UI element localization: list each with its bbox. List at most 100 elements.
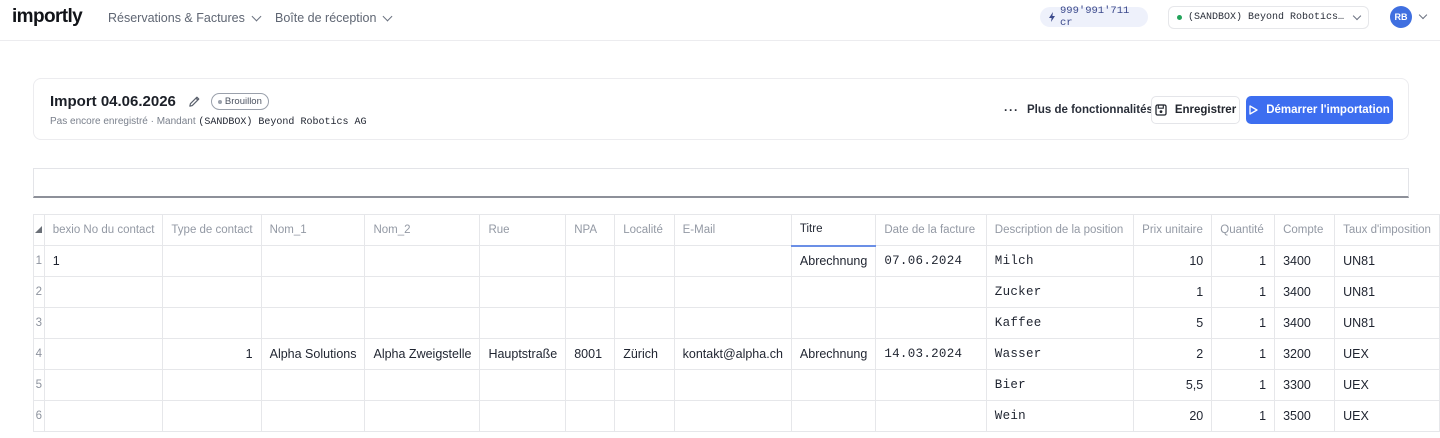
nav-boite-de-reception[interactable]: Boîte de réception bbox=[275, 11, 393, 25]
more-features-button[interactable]: ··· Plus de fonctionnalités bbox=[1004, 98, 1153, 122]
grid-cell[interactable] bbox=[260, 245, 366, 277]
column-header[interactable]: E-Mail bbox=[673, 214, 792, 246]
grid-cell[interactable]: Milch bbox=[985, 245, 1135, 277]
pencil-icon[interactable] bbox=[188, 95, 201, 108]
grid-cell[interactable]: 1 bbox=[1211, 400, 1276, 432]
user-menu[interactable]: RB bbox=[1390, 6, 1428, 28]
grid-cell[interactable]: 10 bbox=[1133, 245, 1213, 277]
grid-cell[interactable]: 3400 bbox=[1274, 245, 1336, 277]
grid-cell[interactable] bbox=[43, 307, 164, 339]
grid-cell[interactable] bbox=[364, 276, 481, 308]
column-header[interactable]: Taux d'imposition bbox=[1334, 214, 1440, 246]
grid-cell[interactable]: UEX bbox=[1334, 400, 1440, 432]
grid-cell[interactable]: kontakt@alpha.ch bbox=[673, 338, 792, 370]
grid-cell[interactable] bbox=[614, 276, 675, 308]
grid-cell[interactable] bbox=[673, 245, 792, 277]
grid-cell[interactable] bbox=[790, 369, 877, 401]
grid-cell[interactable] bbox=[43, 369, 164, 401]
grid-cell[interactable] bbox=[673, 369, 792, 401]
column-header[interactable]: Localité bbox=[614, 214, 675, 246]
grid-cell[interactable] bbox=[43, 400, 164, 432]
grid-cell[interactable] bbox=[260, 369, 366, 401]
grid-cell[interactable]: UN81 bbox=[1334, 276, 1440, 308]
grid-cell[interactable] bbox=[162, 369, 262, 401]
column-header[interactable]: bexio No du contact bbox=[43, 214, 164, 246]
grid-cell[interactable] bbox=[565, 307, 616, 339]
grid-cell[interactable] bbox=[162, 245, 262, 277]
grid-cell[interactable]: UN81 bbox=[1334, 307, 1440, 339]
start-import-button[interactable]: Démarrer l'importation bbox=[1246, 96, 1393, 124]
grid-cell[interactable] bbox=[364, 307, 481, 339]
grid-cell[interactable]: 2 bbox=[1133, 338, 1213, 370]
grid-cell[interactable]: Wein bbox=[985, 400, 1135, 432]
grid-cell[interactable] bbox=[479, 369, 567, 401]
grid-cell[interactable] bbox=[614, 307, 675, 339]
grid-cell[interactable]: Alpha Solutions bbox=[260, 338, 366, 370]
grid-cell[interactable] bbox=[673, 276, 792, 308]
grid-cell[interactable]: 1 bbox=[1211, 338, 1276, 370]
grid-cell[interactable]: 14.03.2024 bbox=[875, 338, 987, 370]
grid-cell[interactable]: UN81 bbox=[1334, 245, 1440, 277]
grid-cell[interactable] bbox=[614, 369, 675, 401]
nav-reservations-factures[interactable]: Réservations & Factures bbox=[108, 11, 262, 25]
column-header[interactable]: Rue bbox=[479, 214, 567, 246]
grid-cell[interactable] bbox=[479, 245, 567, 277]
grid-cell[interactable] bbox=[162, 400, 262, 432]
row-number[interactable]: 2 bbox=[33, 276, 45, 308]
row-number[interactable]: 6 bbox=[33, 400, 45, 432]
grid-cell[interactable]: 1 bbox=[1211, 369, 1276, 401]
cell-value-editor[interactable] bbox=[33, 168, 1409, 198]
column-header-active[interactable]: Titre bbox=[790, 214, 877, 247]
grid-cell[interactable]: UEX bbox=[1334, 338, 1440, 370]
grid-cell[interactable]: 8001 bbox=[565, 338, 616, 370]
column-header[interactable]: Nom_1 bbox=[260, 214, 366, 246]
grid-cell[interactable] bbox=[565, 369, 616, 401]
grid-cell[interactable]: 5 bbox=[1133, 307, 1213, 339]
row-number[interactable]: 5 bbox=[33, 369, 45, 401]
avatar[interactable]: RB bbox=[1390, 6, 1412, 28]
column-header[interactable]: Compte bbox=[1274, 214, 1336, 246]
grid-cell[interactable] bbox=[565, 400, 616, 432]
grid-cell[interactable]: Abrechnung bbox=[790, 245, 877, 277]
grid-cell[interactable]: 1 bbox=[162, 338, 262, 370]
grid-cell[interactable]: 3300 bbox=[1274, 369, 1336, 401]
grid-cell[interactable] bbox=[875, 369, 987, 401]
tenant-selector[interactable]: (SANDBOX) Beyond Robotics AG bbox=[1168, 6, 1369, 29]
grid-cell[interactable] bbox=[162, 307, 262, 339]
grid-cell[interactable]: Zürich bbox=[614, 338, 675, 370]
column-header[interactable]: Prix unitaire bbox=[1133, 214, 1213, 246]
grid-cell[interactable] bbox=[479, 276, 567, 308]
row-number[interactable]: 4 bbox=[33, 338, 45, 370]
grid-cell[interactable] bbox=[43, 338, 164, 370]
column-header[interactable]: Quantité bbox=[1211, 214, 1276, 246]
grid-cell[interactable]: 3200 bbox=[1274, 338, 1336, 370]
grid-cell[interactable] bbox=[875, 307, 987, 339]
grid-cell[interactable] bbox=[260, 400, 366, 432]
grid-cell[interactable]: 1 bbox=[43, 245, 164, 277]
grid-cell[interactable]: 3500 bbox=[1274, 400, 1336, 432]
grid-cell[interactable]: 20 bbox=[1133, 400, 1213, 432]
column-header[interactable]: Nom_2 bbox=[364, 214, 481, 246]
grid-cell[interactable]: 1 bbox=[1133, 276, 1213, 308]
grid-cell[interactable]: Kaffee bbox=[985, 307, 1135, 339]
grid-cell[interactable]: Wasser bbox=[985, 338, 1135, 370]
grid-cell[interactable] bbox=[364, 245, 481, 277]
save-button[interactable]: Enregistrer bbox=[1151, 96, 1240, 124]
grid-cell[interactable]: Hauptstraße bbox=[479, 338, 567, 370]
grid-cell[interactable] bbox=[43, 276, 164, 308]
grid-cell[interactable] bbox=[614, 245, 675, 277]
column-header[interactable]: Type de contact bbox=[162, 214, 262, 246]
grid-cell[interactable] bbox=[673, 400, 792, 432]
grid-cell[interactable] bbox=[479, 400, 567, 432]
row-number[interactable]: 1 bbox=[33, 245, 45, 277]
credits-badge[interactable]: 999'991'711 cr bbox=[1040, 5, 1148, 29]
column-header[interactable]: Date de la facture bbox=[875, 214, 987, 246]
grid-cell[interactable]: Abrechnung bbox=[790, 338, 877, 370]
grid-cell[interactable] bbox=[479, 307, 567, 339]
grid-cell[interactable]: 1 bbox=[1211, 307, 1276, 339]
grid-cell[interactable]: Bier bbox=[985, 369, 1135, 401]
grid-cell[interactable] bbox=[565, 245, 616, 277]
grid-cell[interactable]: 5,5 bbox=[1133, 369, 1213, 401]
grid-cell[interactable]: Zucker bbox=[985, 276, 1135, 308]
grid-cell[interactable] bbox=[565, 276, 616, 308]
